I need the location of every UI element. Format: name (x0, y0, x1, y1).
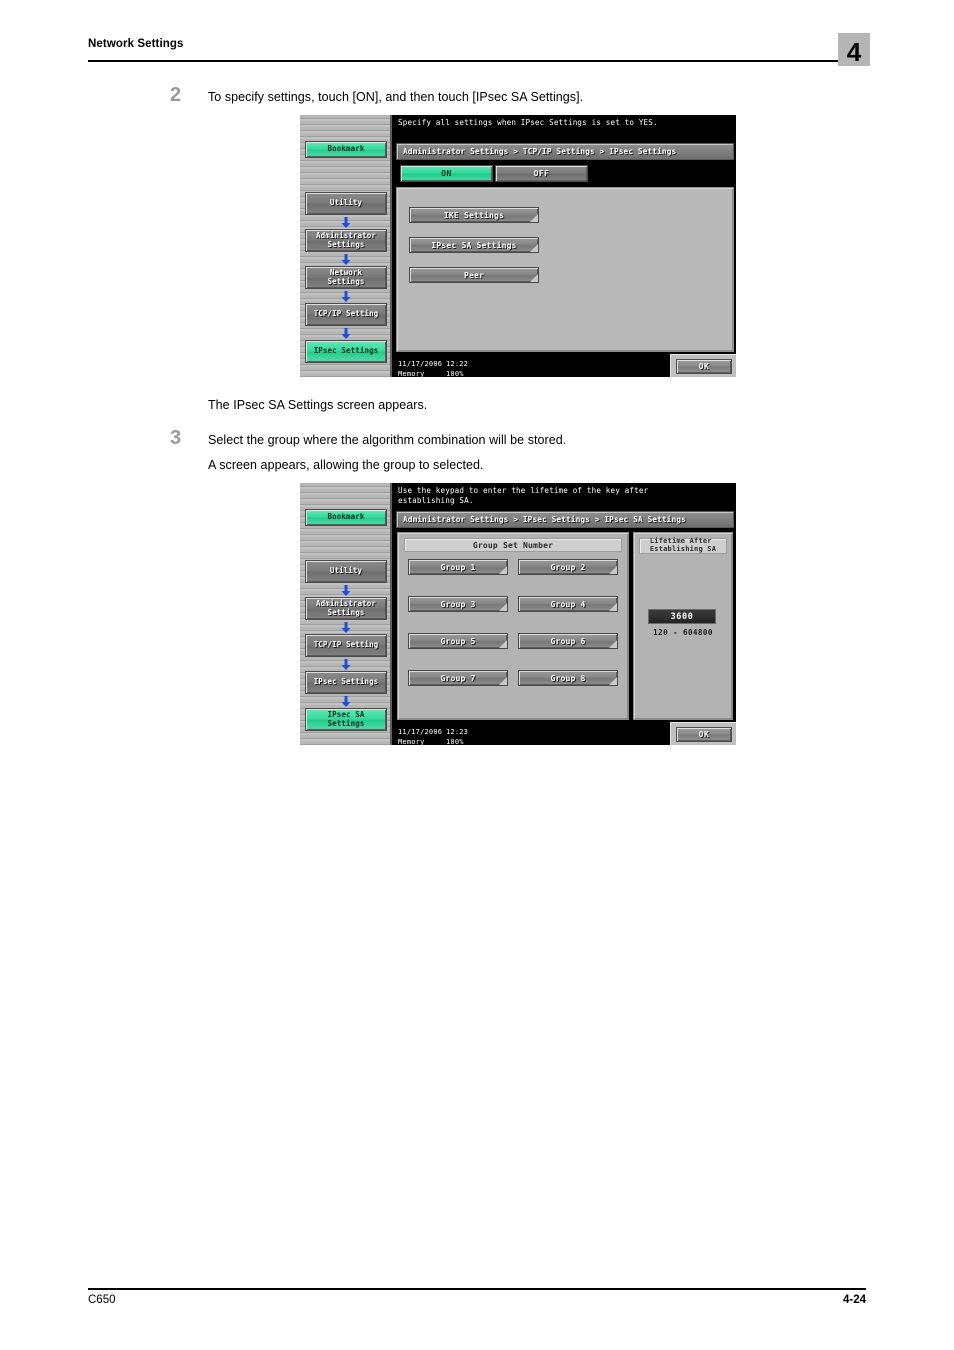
panel2-group-4-button[interactable]: Group 4 (518, 596, 618, 612)
panel2-group-area: Group Set Number Group 1 Group 2 Group 3… (397, 532, 629, 720)
panel2-lifetime-value[interactable]: 3600 (648, 609, 716, 624)
panel2-instruction-message: Use the keypad to enter the lifetime of … (398, 486, 649, 506)
panel2-group-2-button[interactable]: Group 2 (518, 559, 618, 575)
panel1-ok-area: OK (670, 354, 736, 377)
panel1-breadcrumb: Administrator Settings > TCP/IP Settings… (396, 143, 734, 160)
panel2-group-3-button[interactable]: Group 3 (408, 596, 508, 612)
panel2-lifetime-title: Lifetime After Establishing SA (639, 537, 727, 554)
panel2-screen: Use the keypad to enter the lifetime of … (394, 483, 736, 745)
panel1-button-ike-settings[interactable]: IKE Settings (409, 207, 539, 223)
panel1-navigator: Bookmark Utility Administrator Settings … (300, 115, 392, 377)
panel1-status-date: 11/17/2006 (398, 360, 443, 368)
footer-page-number: 4-24 (842, 1294, 866, 1306)
panel2-nav-ipsec-sa-settings[interactable]: IPsec SA Settings (305, 708, 387, 731)
step-3-text: Select the group where the algorithm com… (208, 433, 567, 447)
panel1-toggle-off[interactable]: OFF (495, 165, 588, 182)
panel2-breadcrumb: Administrator Settings > IPsec Settings … (396, 511, 734, 528)
down-arrow-icon (341, 254, 351, 265)
panel1-nav-ipsec-settings[interactable]: IPsec Settings (305, 340, 387, 363)
panel1-nav-network-settings[interactable]: Network Settings (305, 266, 387, 289)
header-rule (88, 60, 866, 62)
panel2-status-time: 12:23 (446, 728, 469, 736)
down-arrow-icon (341, 585, 351, 596)
down-arrow-icon (341, 622, 351, 633)
step-3-result: A screen appears, allowing the group to … (208, 458, 484, 472)
panel1-status-memory-label: Memory (398, 370, 425, 377)
panel1-status-memory-value: 100% (446, 370, 464, 377)
panel2-navigator: Bookmark Utility Administrator Settings … (300, 483, 392, 745)
panel2-group-6-button[interactable]: Group 6 (518, 633, 618, 649)
step-3-number: 3 (170, 427, 182, 449)
down-arrow-icon (341, 291, 351, 302)
lcd-screenshot-ipsec-settings: Bookmark Utility Administrator Settings … (300, 115, 736, 377)
panel2-nav-tcpip-setting[interactable]: TCP/IP Setting (305, 634, 387, 657)
panel1-toggle-on[interactable]: ON (400, 165, 493, 182)
panel2-group-section-title: Group Set Number (404, 538, 622, 552)
panel1-nav-administrator-settings[interactable]: Administrator Settings (305, 229, 387, 252)
down-arrow-icon (341, 696, 351, 707)
panel2-status-date: 11/17/2006 (398, 728, 443, 736)
down-arrow-icon (341, 328, 351, 339)
panel1-status-time: 12:22 (446, 360, 469, 368)
panel2-group-8-button[interactable]: Group 8 (518, 670, 618, 686)
panel1-ok-button[interactable]: OK (676, 359, 732, 374)
panel2-nav-utility[interactable]: Utility (305, 560, 387, 583)
lcd-screenshot-ipsec-sa-settings: Bookmark Utility Administrator Settings … (300, 483, 736, 745)
manual-page: Network Settings 4 2 To specify settings… (0, 0, 954, 1350)
panel1-nav-utility[interactable]: Utility (305, 192, 387, 215)
panel2-ok-area: OK (670, 722, 736, 745)
down-arrow-icon (341, 659, 351, 670)
panel2-nav-administrator-settings[interactable]: Administrator Settings (305, 597, 387, 620)
step-2-result: The IPsec SA Settings screen appears. (208, 398, 428, 412)
panel1-bookmark-button[interactable]: Bookmark (305, 141, 387, 158)
step-2-text: To specify settings, touch [ON], and the… (208, 90, 584, 104)
panel2-group-7-button[interactable]: Group 7 (408, 670, 508, 686)
down-arrow-icon (341, 217, 351, 228)
panel2-bookmark-button[interactable]: Bookmark (305, 509, 387, 526)
panel2-status-memory-label: Memory (398, 738, 425, 745)
page-title: Network Settings (88, 38, 184, 50)
step-2-number: 2 (170, 84, 182, 106)
panel1-nav-tcpip-setting[interactable]: TCP/IP Setting (305, 303, 387, 326)
panel1-button-peer[interactable]: Peer (409, 267, 539, 283)
panel1-instruction-message: Specify all settings when IPsec Settings… (398, 118, 658, 127)
panel1-content-area: IKE Settings IPsec SA Settings Peer (396, 187, 734, 352)
panel2-lifetime-range: 120 - 604800 (653, 628, 713, 637)
panel1-button-ipsec-sa-settings[interactable]: IPsec SA Settings (409, 237, 539, 253)
panel1-screen: Specify all settings when IPsec Settings… (394, 115, 736, 377)
footer-rule (88, 1288, 866, 1290)
panel2-lifetime-area: Lifetime After Establishing SA 3600 120 … (633, 532, 733, 720)
panel2-group-5-button[interactable]: Group 5 (408, 633, 508, 649)
running-header: Network Settings (88, 38, 866, 62)
chapter-badge: 4 (838, 33, 870, 67)
panel2-nav-ipsec-settings[interactable]: IPsec Settings (305, 671, 387, 694)
panel2-group-1-button[interactable]: Group 1 (408, 559, 508, 575)
panel2-status-memory-value: 100% (446, 738, 464, 745)
panel2-ok-button[interactable]: OK (676, 727, 732, 742)
